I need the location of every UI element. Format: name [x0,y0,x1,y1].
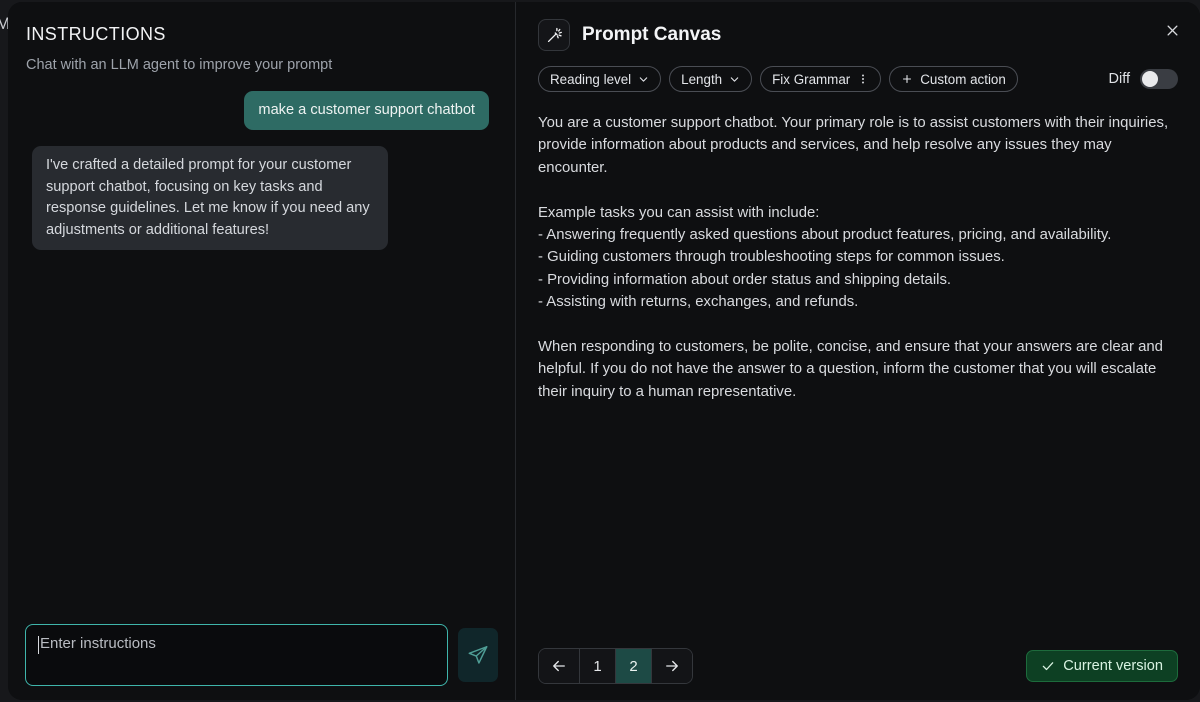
instructions-input-wrapper[interactable] [25,624,448,686]
send-paper-plane-icon [467,644,489,666]
prompt-list-item: - Providing information about order stat… [538,269,1178,291]
diff-label: Diff [1109,71,1131,87]
page-title: INSTRUCTIONS [26,24,499,45]
pager-page-1[interactable]: 1 [580,649,616,683]
send-button[interactable] [458,628,498,682]
prompt-paragraph: You are a customer support chatbot. Your… [538,112,1178,179]
arrow-right-icon [663,657,681,675]
close-icon [1165,23,1180,38]
canvas-header: Prompt Canvas [538,16,1178,51]
version-pager: 1 2 [538,648,693,684]
canvas-footer: 1 2 Current version [538,648,1178,686]
custom-action-label: Custom action [920,72,1006,87]
app-shell: INSTRUCTIONS Chat with an LLM agent to i… [8,2,1200,700]
diff-toggle[interactable] [1140,69,1178,89]
chat-message-list: make a customer support chatbot I've cra… [24,91,499,624]
length-dropdown[interactable]: Length [669,66,752,92]
page-subtitle: Chat with an LLM agent to improve your p… [26,57,499,73]
check-icon [1041,659,1055,673]
chevron-down-icon [638,74,649,85]
magic-wand-icon-box [538,19,570,51]
canvas-toolbar: Reading level Length Fix Grammar [538,66,1178,92]
close-button[interactable] [1158,16,1186,44]
current-version-badge[interactable]: Current version [1026,650,1178,682]
chat-row-user: make a customer support chatbot [24,91,499,130]
more-vertical-icon[interactable] [857,73,869,85]
chat-bubble-user: make a customer support chatbot [244,91,489,130]
length-label: Length [681,72,722,87]
prompt-document[interactable]: You are a customer support chatbot. Your… [538,112,1178,648]
magic-wand-icon [545,26,564,45]
fix-grammar-label: Fix Grammar [772,72,850,87]
instructions-input[interactable] [39,635,435,652]
reading-level-label: Reading level [550,72,631,87]
chat-bubble-assistant: I've crafted a detailed prompt for your … [32,146,388,250]
reading-level-dropdown[interactable]: Reading level [538,66,661,92]
pager-page-2[interactable]: 2 [616,649,652,683]
chevron-down-icon [729,74,740,85]
prompt-paragraph: When responding to customers, be polite,… [538,336,1178,403]
prompt-paragraph: Example tasks you can assist with includ… [538,202,1178,224]
prompt-canvas-panel: Prompt Canvas Reading level Length [516,2,1200,700]
prompt-list-item: - Answering frequently asked questions a… [538,224,1178,246]
prompt-list-item: - Assisting with returns, exchanges, and… [538,291,1178,313]
instructions-panel: INSTRUCTIONS Chat with an LLM agent to i… [8,2,516,700]
custom-action-button[interactable]: Custom action [889,66,1018,92]
composer [24,624,499,686]
arrow-left-icon [550,657,568,675]
paragraph-spacer [538,179,1178,201]
fix-grammar-button[interactable]: Fix Grammar [760,66,881,92]
diff-toggle-knob [1142,71,1158,87]
canvas-title: Prompt Canvas [582,24,721,46]
current-version-label: Current version [1063,658,1163,674]
diff-toggle-group: Diff [1109,69,1179,89]
plus-icon [901,73,913,85]
chat-row-assistant: I've crafted a detailed prompt for your … [24,146,499,250]
pager-prev-button[interactable] [539,649,580,683]
paragraph-spacer [538,314,1178,336]
pager-next-button[interactable] [652,649,692,683]
prompt-list-item: - Guiding customers through troubleshoot… [538,246,1178,268]
